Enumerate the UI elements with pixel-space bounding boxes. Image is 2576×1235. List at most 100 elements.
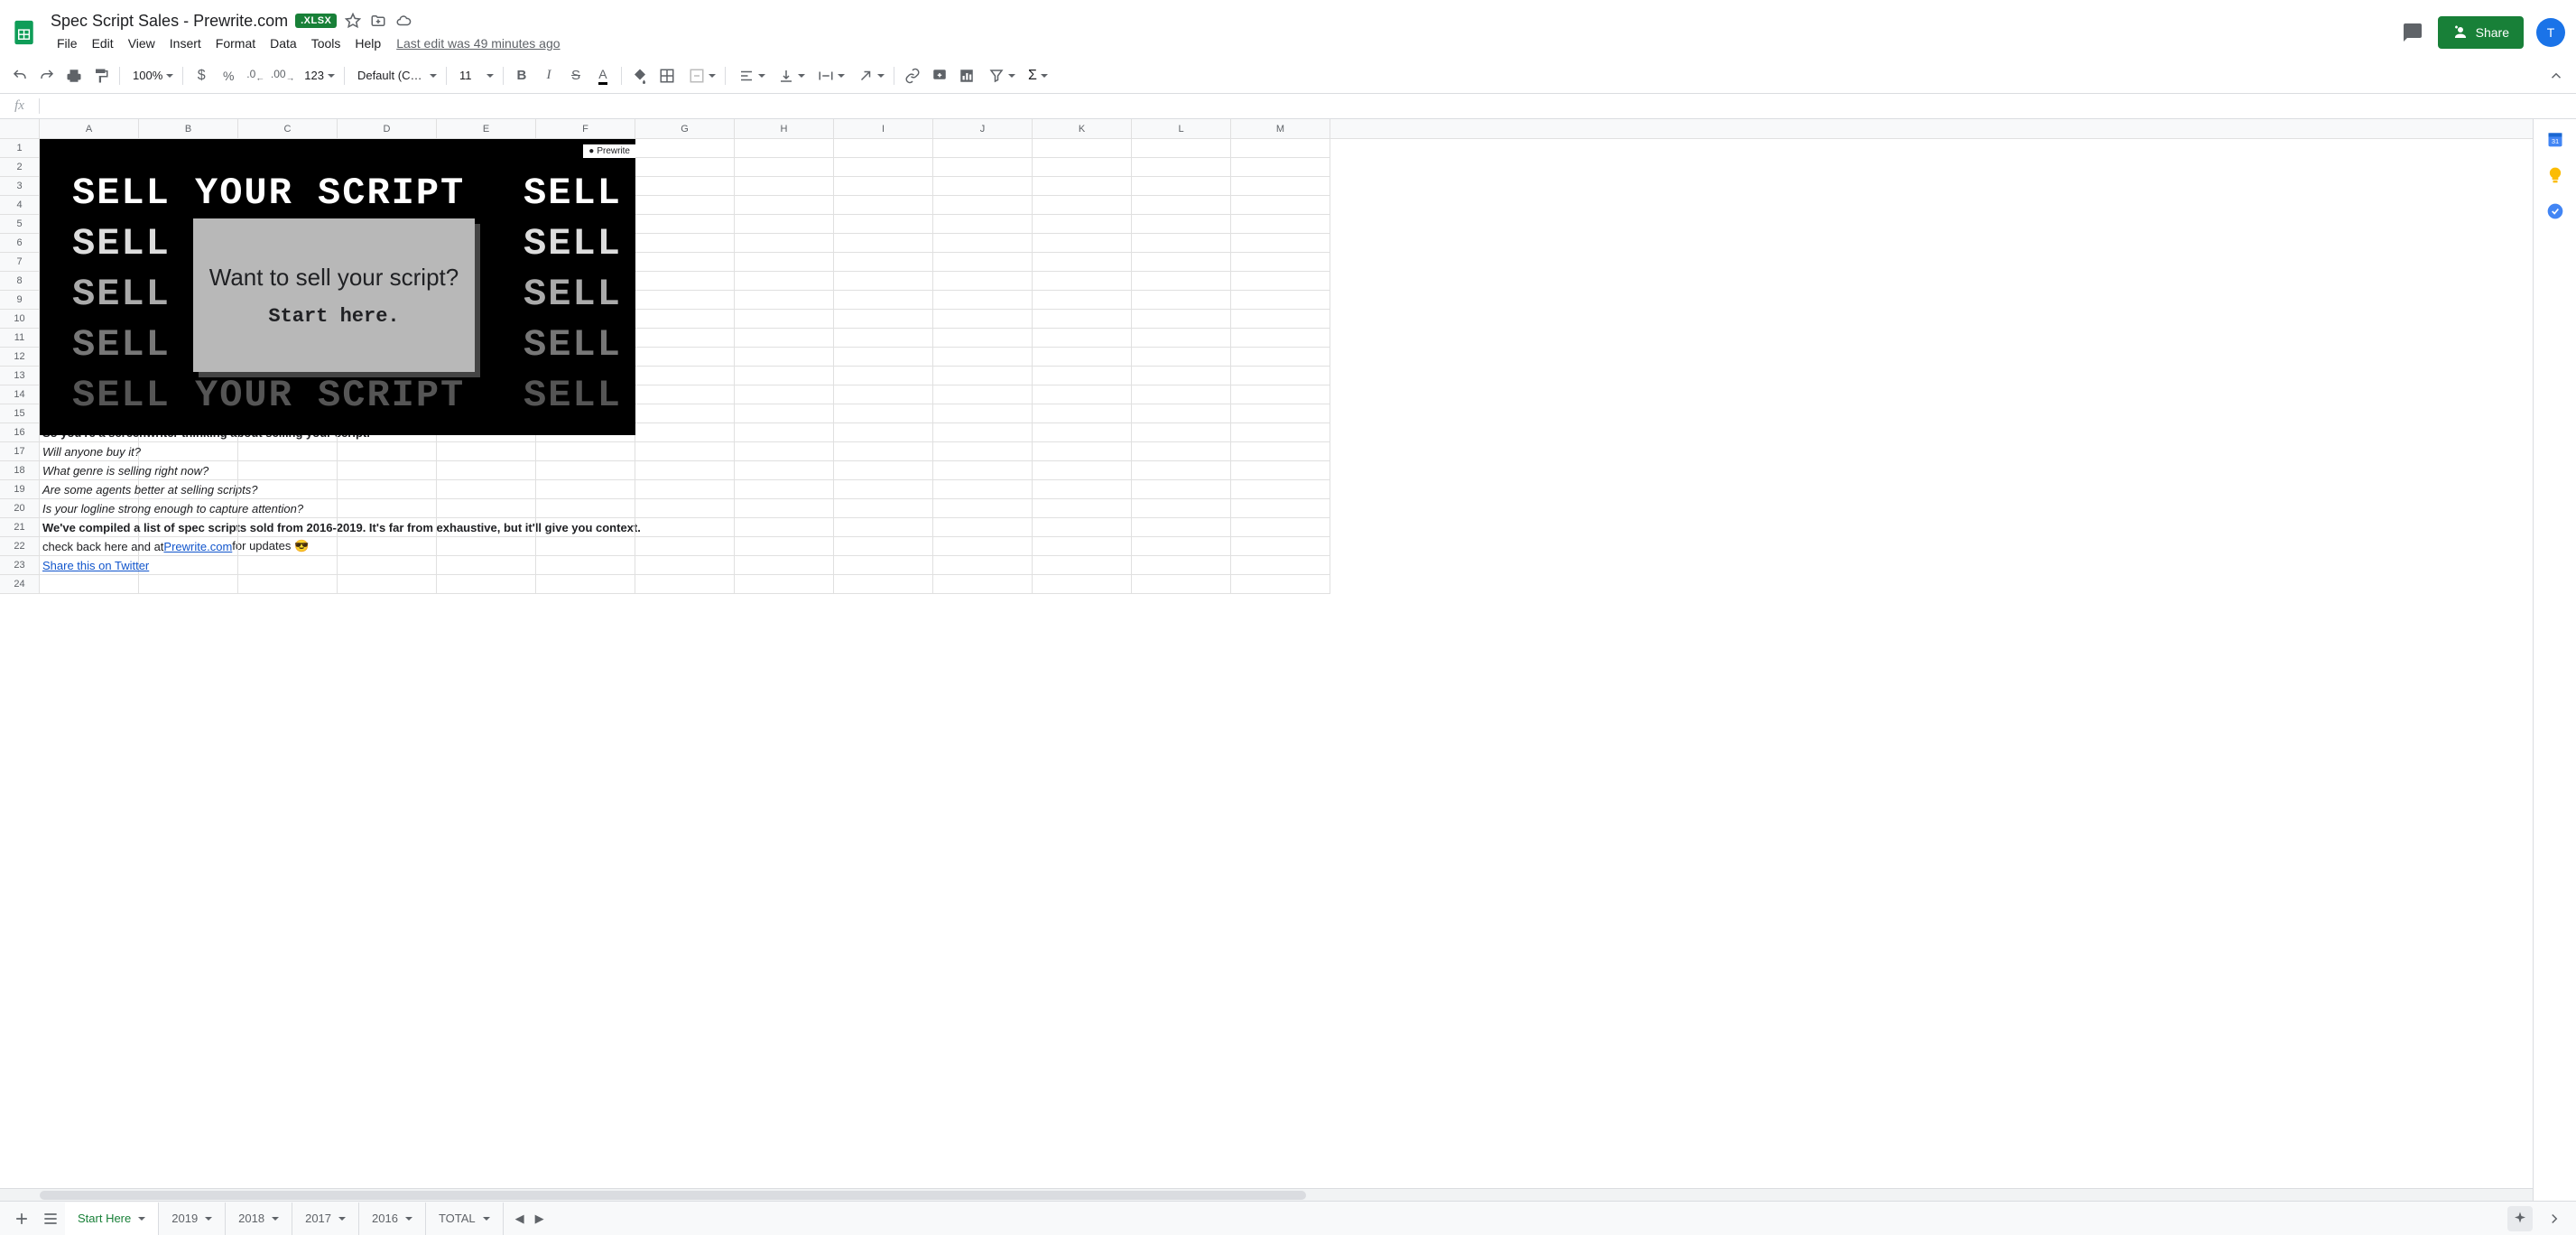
cell[interactable]: Are some agents better at selling script… (40, 480, 139, 499)
cell[interactable] (1033, 367, 1132, 385)
cell[interactable] (635, 537, 735, 556)
row-header[interactable]: 10 (0, 310, 40, 329)
row-header[interactable]: 9 (0, 291, 40, 310)
cell[interactable] (635, 518, 735, 537)
row-header[interactable]: 13 (0, 367, 40, 385)
cell[interactable] (635, 158, 735, 177)
cell[interactable] (1132, 423, 1231, 442)
cell[interactable] (735, 310, 834, 329)
cell[interactable] (338, 575, 437, 594)
cell[interactable]: Will anyone buy it? (40, 442, 139, 461)
cell[interactable] (635, 423, 735, 442)
cell[interactable] (933, 291, 1033, 310)
cell[interactable]: We've compiled a list of spec scripts so… (40, 518, 139, 537)
cell[interactable] (1033, 177, 1132, 196)
col-header[interactable]: E (437, 119, 536, 138)
cell[interactable] (834, 272, 933, 291)
merge-dropdown[interactable] (681, 63, 719, 88)
cell[interactable] (933, 404, 1033, 423)
cell[interactable] (338, 499, 437, 518)
menu-help[interactable]: Help (348, 32, 387, 54)
cell[interactable] (1033, 423, 1132, 442)
cell[interactable] (635, 177, 735, 196)
cell[interactable] (1231, 518, 1330, 537)
cell[interactable] (536, 442, 635, 461)
comments-icon[interactable] (2400, 20, 2425, 45)
cell[interactable] (437, 556, 536, 575)
cell[interactable] (1231, 310, 1330, 329)
cell[interactable] (834, 556, 933, 575)
row-header[interactable]: 16 (0, 423, 40, 442)
cell[interactable] (933, 367, 1033, 385)
cell[interactable] (1033, 272, 1132, 291)
cell[interactable] (635, 215, 735, 234)
cell[interactable] (933, 480, 1033, 499)
cell[interactable] (933, 575, 1033, 594)
cell[interactable] (536, 556, 635, 575)
row-header[interactable]: 15 (0, 404, 40, 423)
cell[interactable] (238, 480, 338, 499)
cell[interactable] (1132, 348, 1231, 367)
cell[interactable] (1231, 272, 1330, 291)
cell[interactable] (735, 329, 834, 348)
comment-icon[interactable] (927, 63, 952, 88)
number-format-dropdown[interactable]: 123 (297, 63, 338, 88)
cell[interactable] (933, 329, 1033, 348)
cell[interactable] (139, 499, 238, 518)
row-header[interactable]: 23 (0, 556, 40, 575)
cell[interactable] (1231, 348, 1330, 367)
horizontal-scrollbar[interactable] (0, 1188, 2533, 1201)
row-header[interactable]: 6 (0, 234, 40, 253)
cell[interactable] (735, 234, 834, 253)
cell[interactable] (139, 537, 238, 556)
cell[interactable] (1231, 329, 1330, 348)
cell[interactable] (735, 499, 834, 518)
cell[interactable] (735, 404, 834, 423)
cell[interactable] (1132, 234, 1231, 253)
cell[interactable] (1231, 461, 1330, 480)
filter-dropdown[interactable] (981, 63, 1019, 88)
cell[interactable] (139, 556, 238, 575)
cell[interactable] (735, 518, 834, 537)
cell[interactable] (437, 442, 536, 461)
cell[interactable] (1033, 385, 1132, 404)
cell[interactable] (437, 575, 536, 594)
cell[interactable] (635, 272, 735, 291)
col-header[interactable]: L (1132, 119, 1231, 138)
col-header[interactable]: M (1231, 119, 1330, 138)
cell[interactable] (933, 385, 1033, 404)
cell[interactable] (834, 291, 933, 310)
cell[interactable] (1132, 537, 1231, 556)
cell[interactable] (1132, 291, 1231, 310)
decrease-decimal-icon[interactable]: .0← (243, 63, 268, 88)
explore-button[interactable] (2507, 1206, 2533, 1231)
cell[interactable] (139, 575, 238, 594)
cell[interactable] (834, 480, 933, 499)
sheets-logo[interactable] (7, 14, 43, 51)
cell[interactable] (933, 348, 1033, 367)
cell[interactable] (933, 139, 1033, 158)
cell[interactable] (1132, 253, 1231, 272)
menu-tools[interactable]: Tools (305, 32, 347, 54)
bold-icon[interactable]: B (509, 63, 534, 88)
cell[interactable] (536, 499, 635, 518)
cell[interactable] (834, 404, 933, 423)
cell[interactable] (635, 291, 735, 310)
cell[interactable] (1231, 404, 1330, 423)
cell[interactable] (139, 480, 238, 499)
cell[interactable] (238, 461, 338, 480)
cell[interactable] (1231, 575, 1330, 594)
borders-icon[interactable] (654, 63, 680, 88)
cell[interactable] (635, 385, 735, 404)
cell[interactable] (1132, 499, 1231, 518)
cell[interactable] (1132, 556, 1231, 575)
cell[interactable] (1132, 310, 1231, 329)
tasks-icon[interactable] (2546, 202, 2564, 220)
cell[interactable] (735, 367, 834, 385)
cell[interactable] (735, 348, 834, 367)
cell[interactable] (834, 348, 933, 367)
row-header[interactable]: 20 (0, 499, 40, 518)
cell[interactable] (933, 423, 1033, 442)
cell[interactable] (1231, 234, 1330, 253)
col-header[interactable]: H (735, 119, 834, 138)
